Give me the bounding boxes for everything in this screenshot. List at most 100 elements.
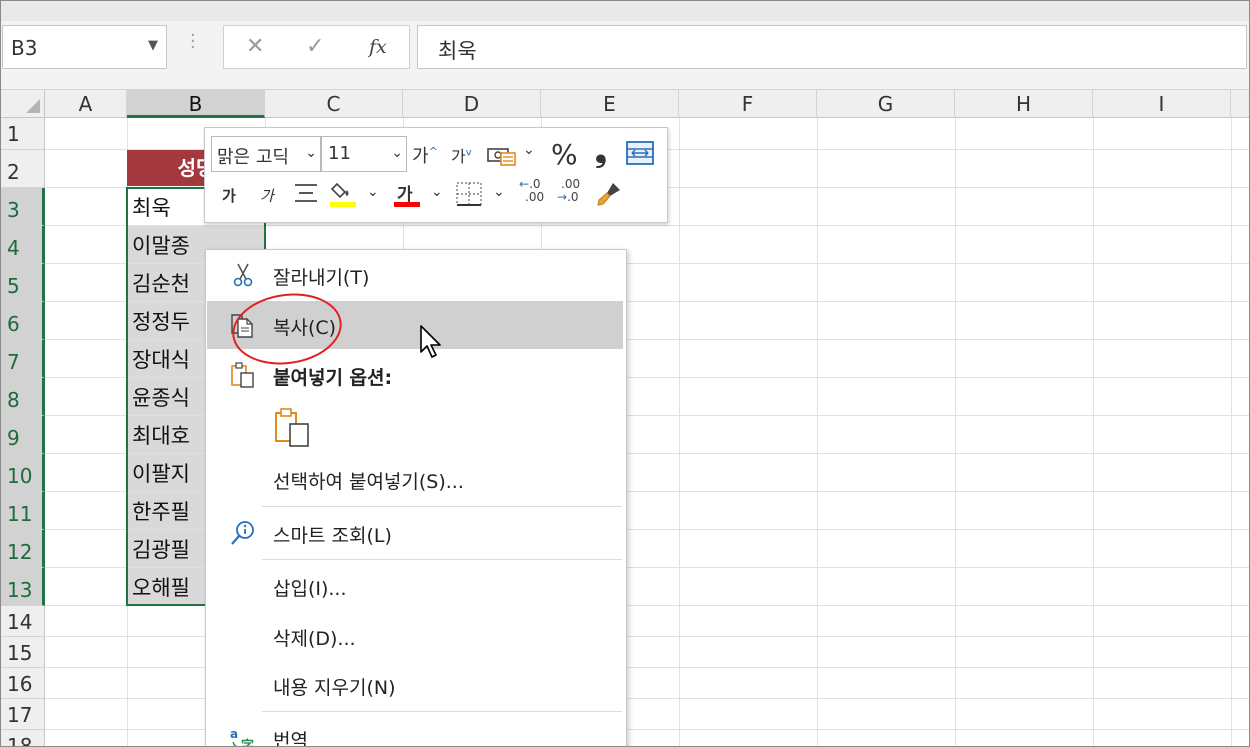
center-align-icon[interactable] [293,182,319,209]
gridline [955,118,956,746]
gridline [1093,118,1094,746]
row-header-10[interactable]: 10 [1,454,45,492]
menu-item-paste-special[interactable]: 선택하여 붙여넣기(S)... [207,455,623,503]
row-header-18[interactable]: 18 [1,730,45,746]
cancel-icon[interactable]: ✕ [246,34,264,59]
format-painter-icon[interactable] [595,180,623,213]
row-header-14[interactable]: 14 [1,606,45,637]
column-header-b[interactable]: B [127,90,265,118]
column-header-h[interactable]: H [955,90,1093,118]
increase-decimal-icon[interactable]: ←.0.00 [519,178,544,204]
menu-label-cut: 잘라내기(T) [273,267,370,289]
menu-label-paste-options: 붙여넣기 옵션: [273,367,393,389]
menu-label-clear-contents: 내용 지우기(N) [273,677,396,699]
row-header-12[interactable]: 12 [1,530,45,568]
menu-label-translate: 번역 [273,730,308,747]
menu-separator [262,559,622,560]
row-header-1[interactable]: 1 [1,118,45,150]
row-header-5[interactable]: 5 [1,264,45,302]
menu-item-delete[interactable]: 삭제(D)... [207,612,623,660]
insert-function-icon[interactable]: fx [369,36,387,58]
merge-center-icon[interactable] [625,140,655,171]
row-header-3[interactable]: 3 [1,188,45,226]
menu-separator [262,711,622,712]
mouse-cursor-icon [419,324,445,364]
paste-clipboard-icon[interactable] [273,407,313,447]
bold-icon[interactable]: 가 [222,185,236,206]
row-header-13[interactable]: 13 [1,568,45,606]
font-color-glyph: 가 [397,185,413,205]
mini-toolbar: 맑은 고딕 ⌄ 11 ⌄ 가^ 가v ⌄ % ❟ 가 가 ⌄ 가 ⌄ ⌄ ←.0… [204,127,668,223]
name-box[interactable]: B3 ▼ [2,25,167,69]
row-header-9[interactable]: 9 [1,416,45,454]
column-header-j[interactable] [1231,90,1249,118]
column-header-f[interactable]: F [679,90,817,118]
row-header-16[interactable]: 16 [1,668,45,699]
font-color-dropdown-icon[interactable]: ⌄ [431,184,443,200]
column-header-g[interactable]: G [817,90,955,118]
row-header-11[interactable]: 11 [1,492,45,530]
column-header-d[interactable]: D [403,90,541,118]
menu-item-clear-contents[interactable]: 내용 지우기(N) [207,661,623,709]
gridline [679,118,680,746]
shrink-font-icon[interactable]: 가v [451,143,472,167]
formula-input[interactable]: 최욱 [417,25,1247,69]
menu-separator [262,506,622,507]
borders-dropdown-icon[interactable]: ⌄ [493,184,505,200]
row-header-8[interactable]: 8 [1,378,45,416]
borders-icon[interactable] [455,181,483,212]
percent-style-icon[interactable]: % [551,138,578,171]
gridline [1231,118,1232,746]
row-header-4[interactable]: 4 [1,226,45,264]
decrease-decimal-icon[interactable]: .00 →.0 [557,178,580,204]
row-header-2[interactable]: 2 [1,150,45,188]
name-box-dropdown-icon[interactable]: ▼ [148,38,158,53]
menu-label-delete: 삭제(D)... [273,628,356,650]
excel-window: B3 ▼ · · · ✕ ✓ fx 최욱 A B C D E F G H I 1… [0,0,1250,747]
font-size-dropdown-icon[interactable]: ⌄ [391,145,403,161]
menu-item-insert[interactable]: 삽입(I)... [207,562,623,610]
accounting-dropdown-icon[interactable]: ⌄ [523,142,535,158]
font-size-select[interactable]: 11 ⌄ [321,136,407,172]
menu-item-smart-lookup[interactable]: 스마트 조회(L) [207,509,623,557]
font-name-value: 맑은 고딕 [217,147,289,168]
menu-label-smart-lookup: 스마트 조회(L) [273,525,392,547]
font-color-icon[interactable]: 가 [393,178,421,215]
fill-color-icon[interactable] [329,178,359,215]
row-header-6[interactable]: 6 [1,302,45,340]
paste-icon [229,361,257,389]
column-header-i[interactable]: I [1093,90,1231,118]
menu-item-cut[interactable]: 잘라내기(T) [207,251,623,299]
formula-bar-splitter-icon[interactable]: · · · [190,27,196,57]
comma-style-icon[interactable]: ❟ [595,134,607,169]
row-header-7[interactable]: 7 [1,340,45,378]
italic-icon[interactable]: 가 [260,185,274,206]
menu-label-insert: 삽입(I)... [273,578,347,600]
name-box-value: B3 [11,36,38,60]
scissors-icon [229,261,257,289]
svg-text:字: 字 [241,738,254,747]
formula-bar-area: B3 ▼ · · · ✕ ✓ fx 최욱 [1,1,1249,90]
ribbon-edge [1,1,1249,21]
formula-value: 최욱 [438,39,477,63]
column-header-a[interactable]: A [45,90,127,118]
menu-item-translate[interactable]: a字 번역 [207,714,623,747]
select-all-corner[interactable] [1,90,45,118]
accounting-format-icon[interactable] [487,143,517,172]
formula-buttons: ✕ ✓ fx [223,25,410,69]
font-name-select[interactable]: 맑은 고딕 ⌄ [211,136,321,172]
row-header-17[interactable]: 17 [1,699,45,730]
grow-font-icon[interactable]: 가^ [412,142,438,168]
smart-lookup-icon [229,519,257,547]
translate-icon: a字 [229,724,257,747]
menu-label-paste-special: 선택하여 붙여넣기(S)... [273,471,464,493]
enter-icon[interactable]: ✓ [306,34,324,59]
font-size-value: 11 [328,143,351,164]
column-header-c[interactable]: C [265,90,403,118]
font-name-dropdown-icon[interactable]: ⌄ [305,145,317,161]
fill-color-dropdown-icon[interactable]: ⌄ [367,184,379,200]
column-header-e[interactable]: E [541,90,679,118]
paste-option-button[interactable] [207,401,623,453]
gridline [817,118,818,746]
row-header-15[interactable]: 15 [1,637,45,668]
